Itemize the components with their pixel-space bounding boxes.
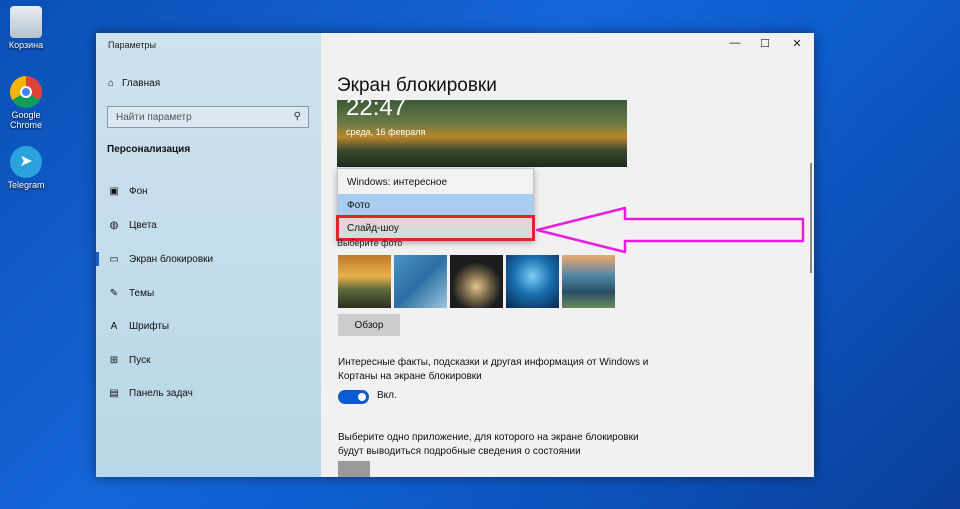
sidebar-item-themes[interactable]: ✎ Темы	[96, 283, 321, 303]
photo-thumbnail[interactable]	[338, 255, 391, 308]
desktop-icon-label: Корзина	[8, 40, 44, 50]
sidebar-item-start[interactable]: ⊞ Пуск	[96, 350, 321, 370]
sidebar-item-label: Панель задач	[129, 387, 193, 399]
toggle-state-label: Вкл.	[377, 390, 397, 401]
palette-icon: ◍	[109, 219, 119, 231]
start-icon: ⊞	[109, 354, 119, 366]
sidebar-item-label: Фон	[129, 185, 148, 197]
sidebar-item-fonts[interactable]: A Шрифты	[96, 316, 321, 336]
detailed-status-text: Выберите одно приложение, для которого н…	[338, 432, 639, 457]
taskbar-icon: ▤	[109, 387, 119, 399]
detailed-status-app-button[interactable]	[338, 461, 370, 477]
lock-screen-preview: 22:47 среда, 16 февраля	[337, 94, 627, 167]
sidebar-item-label: Цвета	[129, 219, 157, 231]
settings-window: Параметры ⌂ Главная Найти параметр ⚲ Пер…	[96, 33, 814, 477]
minimize-button[interactable]: —	[725, 37, 745, 49]
preview-date: среда, 16 февраля	[346, 127, 426, 137]
app-title: Параметры	[108, 40, 156, 50]
sidebar-item-label: Пуск	[129, 354, 151, 366]
sidebar-item-label: Темы	[129, 287, 155, 299]
recycle-bin-desktop-icon[interactable]: Корзина	[0, 6, 52, 50]
sidebar-home[interactable]: ⌂ Главная	[108, 78, 160, 89]
search-placeholder: Найти параметр	[116, 111, 192, 123]
photo-thumbnail[interactable]	[506, 255, 559, 308]
search-icon: ⚲	[293, 111, 301, 122]
photo-thumbnails	[338, 255, 615, 308]
main-content: — ☐ ✕ Экран блокировки 22:47 среда, 16 ф…	[321, 33, 814, 477]
telegram-icon: ➤	[10, 146, 42, 178]
themes-icon: ✎	[109, 287, 119, 299]
dropdown-option-windows-spotlight[interactable]: Windows: интересное	[338, 171, 533, 193]
desktop-icon-label: Google Chrome	[9, 110, 42, 130]
close-button[interactable]: ✕	[787, 37, 807, 50]
photo-thumbnail[interactable]	[450, 255, 503, 308]
sidebar-item-colors[interactable]: ◍ Цвета	[96, 215, 321, 235]
browse-button[interactable]: Обзор	[338, 314, 400, 336]
picture-icon: ▣	[109, 185, 119, 197]
search-input[interactable]: Найти параметр ⚲	[107, 106, 309, 128]
sidebar-item-taskbar[interactable]: ▤ Панель задач	[96, 383, 321, 403]
telegram-desktop-icon[interactable]: ➤ Telegram	[0, 146, 52, 190]
fonts-icon: A	[110, 320, 118, 332]
preview-time: 22:47	[346, 94, 407, 121]
desktop-icon-label: Telegram	[7, 180, 45, 190]
sidebar-item-label: Экран блокировки	[129, 253, 214, 265]
sidebar-item-lock-screen[interactable]: ▭ Экран блокировки	[96, 249, 321, 269]
lock-screen-icon: ▭	[109, 253, 119, 265]
fun-facts-toggle[interactable]	[338, 390, 369, 404]
choose-photo-label: Выберите фото	[337, 238, 403, 248]
section-title: Персонализация	[107, 144, 191, 155]
sidebar-item-background[interactable]: ▣ Фон	[96, 181, 321, 201]
chrome-desktop-icon[interactable]: Google Chrome	[0, 76, 52, 130]
sidebar: Параметры ⌂ Главная Найти параметр ⚲ Пер…	[96, 33, 321, 477]
scrollbar[interactable]	[810, 163, 812, 273]
fun-facts-text: Интересные факты, подсказки и другая инф…	[338, 357, 649, 382]
recycle-bin-icon	[10, 6, 42, 38]
sidebar-item-label: Шрифты	[129, 320, 170, 332]
home-icon: ⌂	[108, 78, 115, 89]
photo-thumbnail[interactable]	[394, 255, 447, 308]
home-label: Главная	[122, 78, 161, 89]
chrome-icon	[10, 76, 42, 108]
photo-thumbnail[interactable]	[562, 255, 615, 308]
maximize-button[interactable]: ☐	[755, 37, 775, 50]
dropdown-option-photo[interactable]: Фото	[338, 194, 533, 216]
